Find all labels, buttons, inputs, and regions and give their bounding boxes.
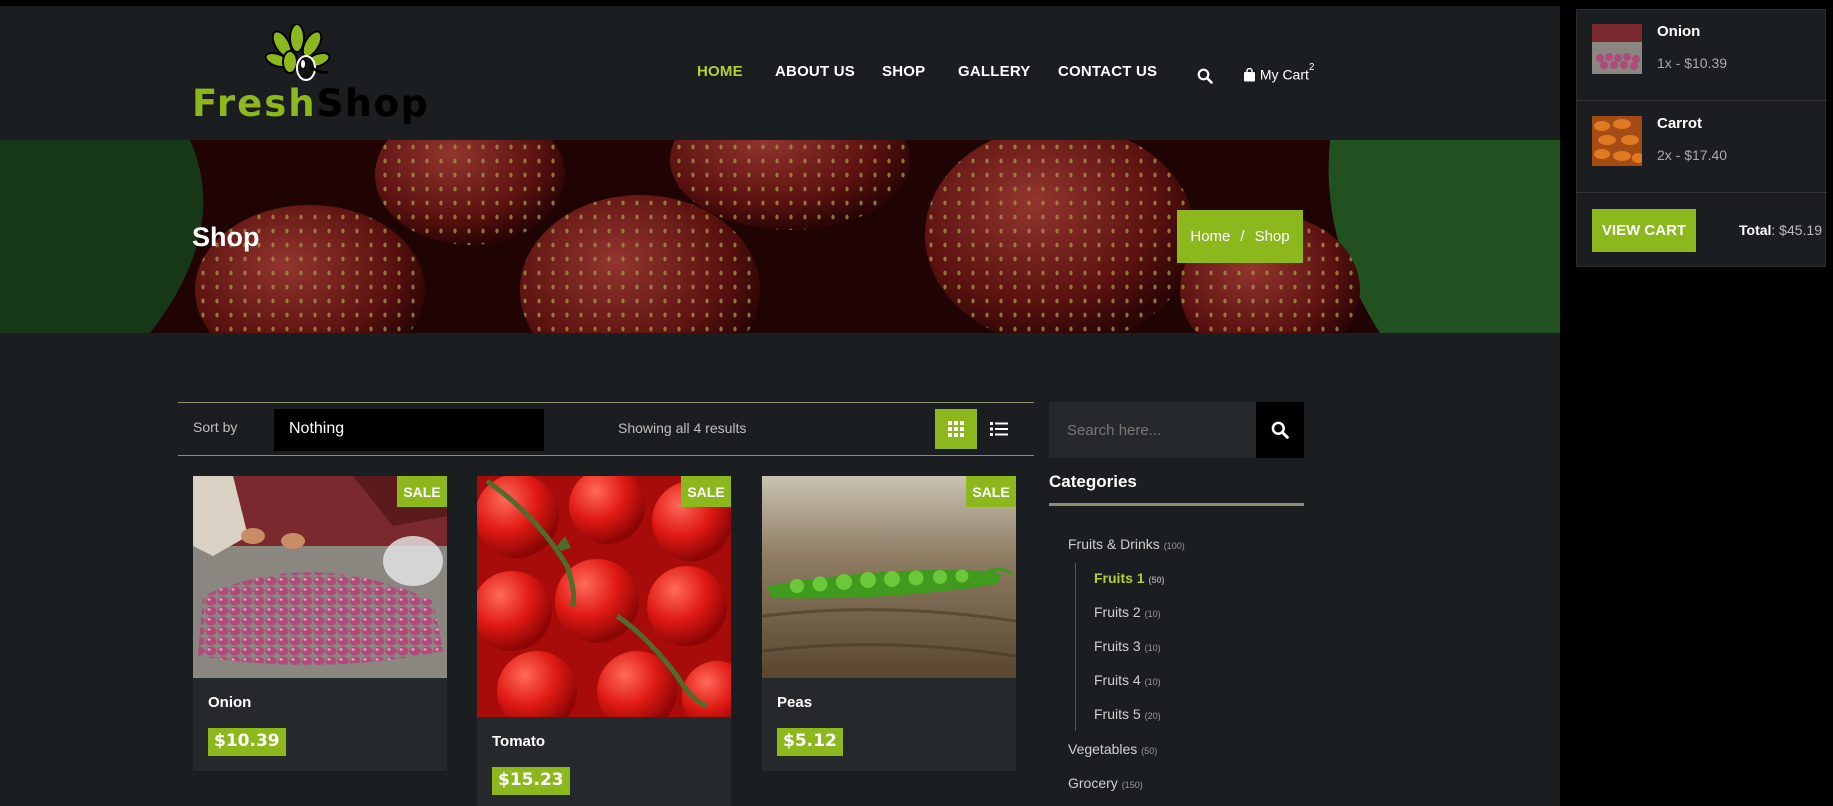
- category-label: Fruits & Drinks: [1068, 536, 1160, 552]
- category-label: Fruits 1: [1094, 570, 1145, 586]
- mini-cart-item[interactable]: Carrot 2x - $17.40: [1577, 102, 1827, 193]
- logo-wordmark: FreshShop: [192, 82, 430, 125]
- cart-count-badge: 2: [1308, 62, 1315, 73]
- product-image[interactable]: SALE: [477, 476, 731, 717]
- nav-contact-us[interactable]: CONTACT US: [1058, 63, 1157, 80]
- mini-cart-item-qty: 1x - $10.39: [1657, 55, 1728, 71]
- category-count: (10): [1144, 609, 1161, 619]
- nav-gallery[interactable]: GALLERY: [958, 63, 1031, 80]
- category-vegetables[interactable]: Vegetables (50): [1068, 741, 1157, 757]
- product-image[interactable]: SALE: [193, 476, 447, 678]
- grid-view-icon[interactable]: [935, 409, 977, 449]
- product-card[interactable]: SALE Peas $5.12: [762, 476, 1016, 771]
- olive-branch-icon: [264, 24, 331, 81]
- product-name[interactable]: Peas: [777, 694, 812, 711]
- category-count: (50): [1148, 575, 1165, 585]
- search-icon[interactable]: [1197, 68, 1217, 88]
- mini-cart-item-name[interactable]: Onion: [1657, 23, 1700, 40]
- nav-home[interactable]: HOME: [697, 63, 743, 80]
- logo-fresh-text: Fresh: [192, 82, 317, 125]
- category-count: (150): [1121, 780, 1143, 790]
- category-count: (10): [1144, 677, 1161, 687]
- category-label: Fruits 2: [1094, 604, 1141, 620]
- categories-heading: Categories: [1049, 472, 1137, 491]
- product-image[interactable]: SALE: [762, 476, 1016, 678]
- page-title: Shop: [192, 222, 260, 252]
- sale-badge: SALE: [397, 476, 447, 507]
- shopping-bag-icon: [1244, 67, 1255, 82]
- mini-cart-item-qty: 2x - $17.40: [1657, 147, 1728, 163]
- product-card[interactable]: SALE Onion $10.39: [193, 476, 447, 771]
- shop-page: FreshShop HOME ABOUT US SHOP GALLERY CON…: [0, 0, 1560, 806]
- product-card[interactable]: SALE Tomato $15.23: [477, 476, 731, 806]
- product-name[interactable]: Onion: [208, 694, 251, 711]
- category-count: (10): [1144, 643, 1161, 653]
- category-fruits-3[interactable]: Fruits 3 (10): [1094, 638, 1161, 654]
- shop-toolbar: Sort by Nothing Showing all 4 results: [178, 402, 1034, 456]
- my-cart-label: My Cart: [1259, 66, 1309, 83]
- search-input[interactable]: [1049, 402, 1256, 458]
- category-grocery[interactable]: Grocery (150): [1068, 775, 1143, 791]
- category-label: Fruits 5: [1094, 706, 1141, 722]
- category-count: (50): [1141, 746, 1158, 756]
- category-label: Vegetables: [1068, 741, 1138, 757]
- category-label: Fruits 4: [1094, 672, 1141, 688]
- sidebar-search: [1049, 402, 1304, 458]
- category-fruits-2[interactable]: Fruits 2 (10): [1094, 604, 1161, 620]
- product-price: $15.23: [492, 767, 570, 795]
- category-label: Grocery: [1068, 775, 1118, 791]
- category-fruits-drinks[interactable]: Fruits & Drinks (100): [1068, 536, 1185, 552]
- category-fruits-1[interactable]: Fruits 1 (50): [1094, 570, 1164, 586]
- category-fruits-5[interactable]: Fruits 5 (20): [1094, 706, 1161, 722]
- nav-about-us[interactable]: ABOUT US: [775, 63, 855, 80]
- search-submit-icon[interactable]: [1256, 402, 1304, 458]
- category-count: (100): [1163, 541, 1185, 551]
- product-price: $5.12: [777, 728, 843, 756]
- total-value: : $45.19: [1771, 222, 1823, 238]
- category-count: (20): [1144, 711, 1161, 721]
- result-count: Showing all 4 results: [618, 420, 747, 436]
- site-header: FreshShop HOME ABOUT US SHOP GALLERY CON…: [0, 6, 1560, 140]
- category-label: Fruits 3: [1094, 638, 1141, 654]
- categories-divider: [1049, 503, 1304, 506]
- breadcrumb-separator: /: [1240, 228, 1245, 245]
- list-view-icon[interactable]: [978, 409, 1020, 449]
- product-name[interactable]: Tomato: [492, 733, 545, 750]
- breadcrumb-current: Shop: [1254, 228, 1290, 245]
- tomato-photo: [477, 476, 731, 717]
- category-fruits-4[interactable]: Fruits 4 (10): [1094, 672, 1161, 688]
- category-tree-line: [1075, 563, 1076, 731]
- mini-cart-thumb: [1592, 116, 1642, 166]
- mini-cart-thumb: [1592, 24, 1642, 74]
- mini-cart-item[interactable]: Onion 1x - $10.39: [1577, 10, 1827, 101]
- sort-by-label: Sort by: [193, 419, 238, 435]
- sale-badge: SALE: [681, 476, 731, 507]
- page-banner: Shop Home / Shop: [0, 140, 1560, 333]
- breadcrumb-home[interactable]: Home: [1190, 228, 1230, 245]
- nav-shop[interactable]: SHOP: [882, 63, 925, 80]
- mini-cart-panel: Onion 1x - $10.39 Carrot 2x - $17.40 VIE…: [1576, 9, 1827, 267]
- sale-badge: SALE: [966, 476, 1016, 507]
- breadcrumb: Home / Shop: [1177, 210, 1303, 263]
- logo-shop-text: Shop: [316, 82, 430, 125]
- product-price: $10.39: [208, 728, 286, 756]
- sort-select[interactable]: Nothing: [274, 409, 544, 451]
- my-cart-link[interactable]: My Cart2: [1243, 62, 1314, 83]
- mini-cart-item-name[interactable]: Carrot: [1657, 115, 1702, 132]
- total-label: Total: [1739, 222, 1772, 238]
- view-cart-button[interactable]: VIEW CART: [1592, 209, 1696, 252]
- mini-cart-total: Total: $45.19: [1739, 222, 1822, 238]
- freshshop-logo[interactable]: FreshShop: [192, 24, 428, 134]
